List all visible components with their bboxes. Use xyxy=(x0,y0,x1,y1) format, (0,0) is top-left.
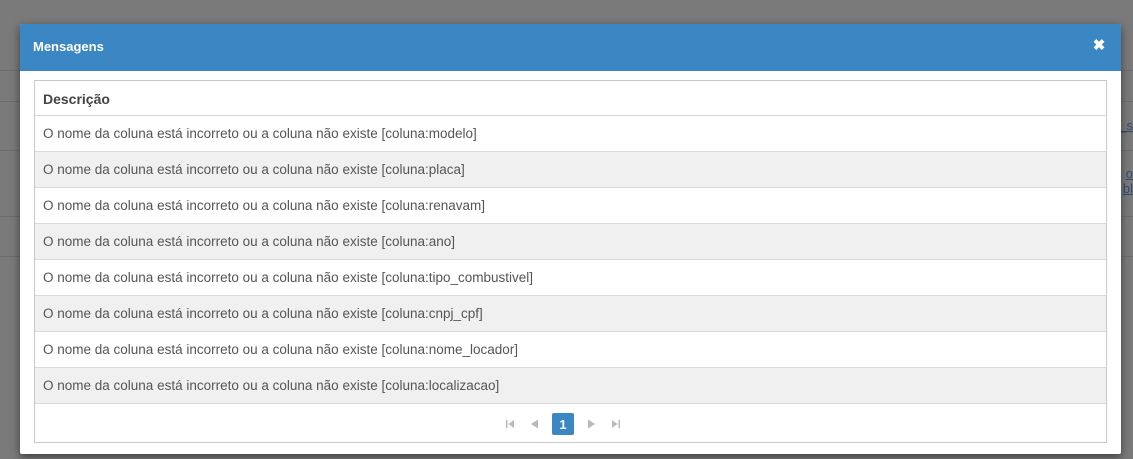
table-row[interactable]: O nome da coluna está incorreto ou a col… xyxy=(35,116,1106,152)
table-row[interactable]: O nome da coluna está incorreto ou a col… xyxy=(35,296,1106,332)
messages-grid: Descrição O nome da coluna está incorret… xyxy=(34,80,1107,443)
background-link[interactable]: bl xyxy=(1119,181,1133,196)
pager-controls: 1 xyxy=(498,413,628,435)
row-description: O nome da coluna está incorreto ou a col… xyxy=(43,270,534,285)
table-row[interactable]: O nome da coluna está incorreto ou a col… xyxy=(35,152,1106,188)
background-link[interactable]: o xyxy=(1119,166,1133,181)
current-page-button[interactable]: 1 xyxy=(552,413,574,435)
row-description: O nome da coluna está incorreto ou a col… xyxy=(43,378,500,393)
row-description: O nome da coluna está incorreto ou a col… xyxy=(43,342,519,357)
last-page-icon[interactable] xyxy=(606,414,626,434)
row-description: O nome da coluna está incorreto ou a col… xyxy=(43,162,465,177)
row-description: O nome da coluna está incorreto ou a col… xyxy=(43,234,456,249)
table-row[interactable]: O nome da coluna está incorreto ou a col… xyxy=(35,224,1106,260)
pager: 1 xyxy=(35,404,1106,444)
background-link[interactable]: s_ xyxy=(1119,118,1133,133)
grid-header: Descrição xyxy=(35,81,1106,116)
table-row[interactable]: O nome da coluna está incorreto ou a col… xyxy=(35,332,1106,368)
close-icon[interactable]: ✖ xyxy=(1091,37,1107,55)
dialog-header: Mensagens ✖ xyxy=(20,24,1121,71)
row-description: O nome da coluna está incorreto ou a col… xyxy=(43,198,486,213)
first-page-icon[interactable] xyxy=(500,414,520,434)
row-description: O nome da coluna está incorreto ou a col… xyxy=(43,126,477,141)
messages-dialog: Mensagens ✖ Descrição O nome da coluna e… xyxy=(20,24,1121,454)
table-row[interactable]: O nome da coluna está incorreto ou a col… xyxy=(35,260,1106,296)
dialog-title: Mensagens xyxy=(33,39,104,54)
table-row[interactable]: O nome da coluna está incorreto ou a col… xyxy=(35,188,1106,224)
table-row[interactable]: O nome da coluna está incorreto ou a col… xyxy=(35,368,1106,404)
column-header-descricao[interactable]: Descrição xyxy=(43,91,110,107)
next-page-icon[interactable] xyxy=(582,414,602,434)
previous-page-icon[interactable] xyxy=(524,414,544,434)
row-description: O nome da coluna está incorreto ou a col… xyxy=(43,306,483,321)
